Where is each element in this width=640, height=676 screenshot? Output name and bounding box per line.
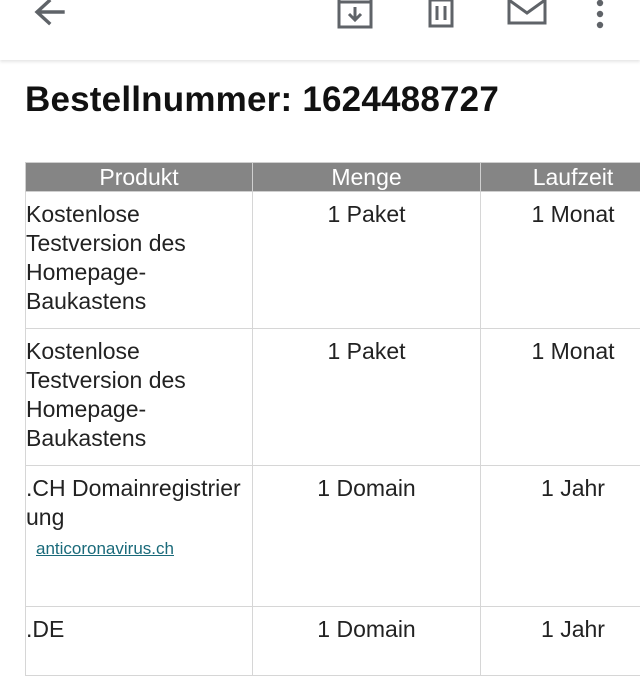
back-button[interactable] [30,0,70,30]
table-header-row: Produkt Menge Laufzeit [26,163,640,192]
product-cell: Kostenlose Testversion des Homepage-Bauk… [26,329,253,466]
table-row: Kostenlose Testversion des Homepage-Bauk… [26,192,640,329]
duration-cell: 1 Monat [481,329,640,466]
more-options-button[interactable] [590,0,610,30]
duration-cell: 1 Jahr [481,466,640,607]
quantity-cell: 1 Paket [253,329,481,466]
table-row: Kostenlose Testversion des Homepage-Bauk… [26,329,640,466]
email-toolbar [0,0,640,60]
order-number-heading: Bestellnummer: 1624488727 [25,80,499,120]
delete-button[interactable] [424,0,458,30]
quantity-cell: 1 Paket [253,192,481,329]
trash-icon [424,0,458,30]
order-number-value: 1624488727 [302,80,499,119]
arrow-left-icon [30,0,70,30]
domain-link[interactable]: anticoronavirus.ch [36,538,252,560]
column-header-duration: Laufzeit [481,163,640,192]
duration-cell: 1 Monat [481,192,640,329]
column-header-quantity: Menge [253,163,481,192]
column-header-product: Produkt [26,163,253,192]
duration-cell: 1 Jahr [481,607,640,676]
mark-unread-button[interactable] [506,0,548,28]
order-table: Produkt Menge Laufzeit Kostenlose Testve… [25,162,640,676]
more-vertical-icon [590,0,610,30]
archive-download-icon [336,0,374,30]
quantity-cell: 1 Domain [253,607,481,676]
product-cell: .DE [26,607,253,676]
product-cell: Kostenlose Testversion des Homepage-Bauk… [26,192,253,329]
envelope-icon [506,0,548,28]
archive-button[interactable] [336,0,374,30]
product-name: .CH Domainregistrierung [26,474,252,532]
order-number-label: Bestellnummer: [25,80,292,119]
table-row: .DE 1 Domain 1 Jahr [26,607,640,676]
table-row: .CH Domainregistrierung anticoronavirus.… [26,466,640,607]
product-cell: .CH Domainregistrierung anticoronavirus.… [26,466,253,607]
quantity-cell: 1 Domain [253,466,481,607]
